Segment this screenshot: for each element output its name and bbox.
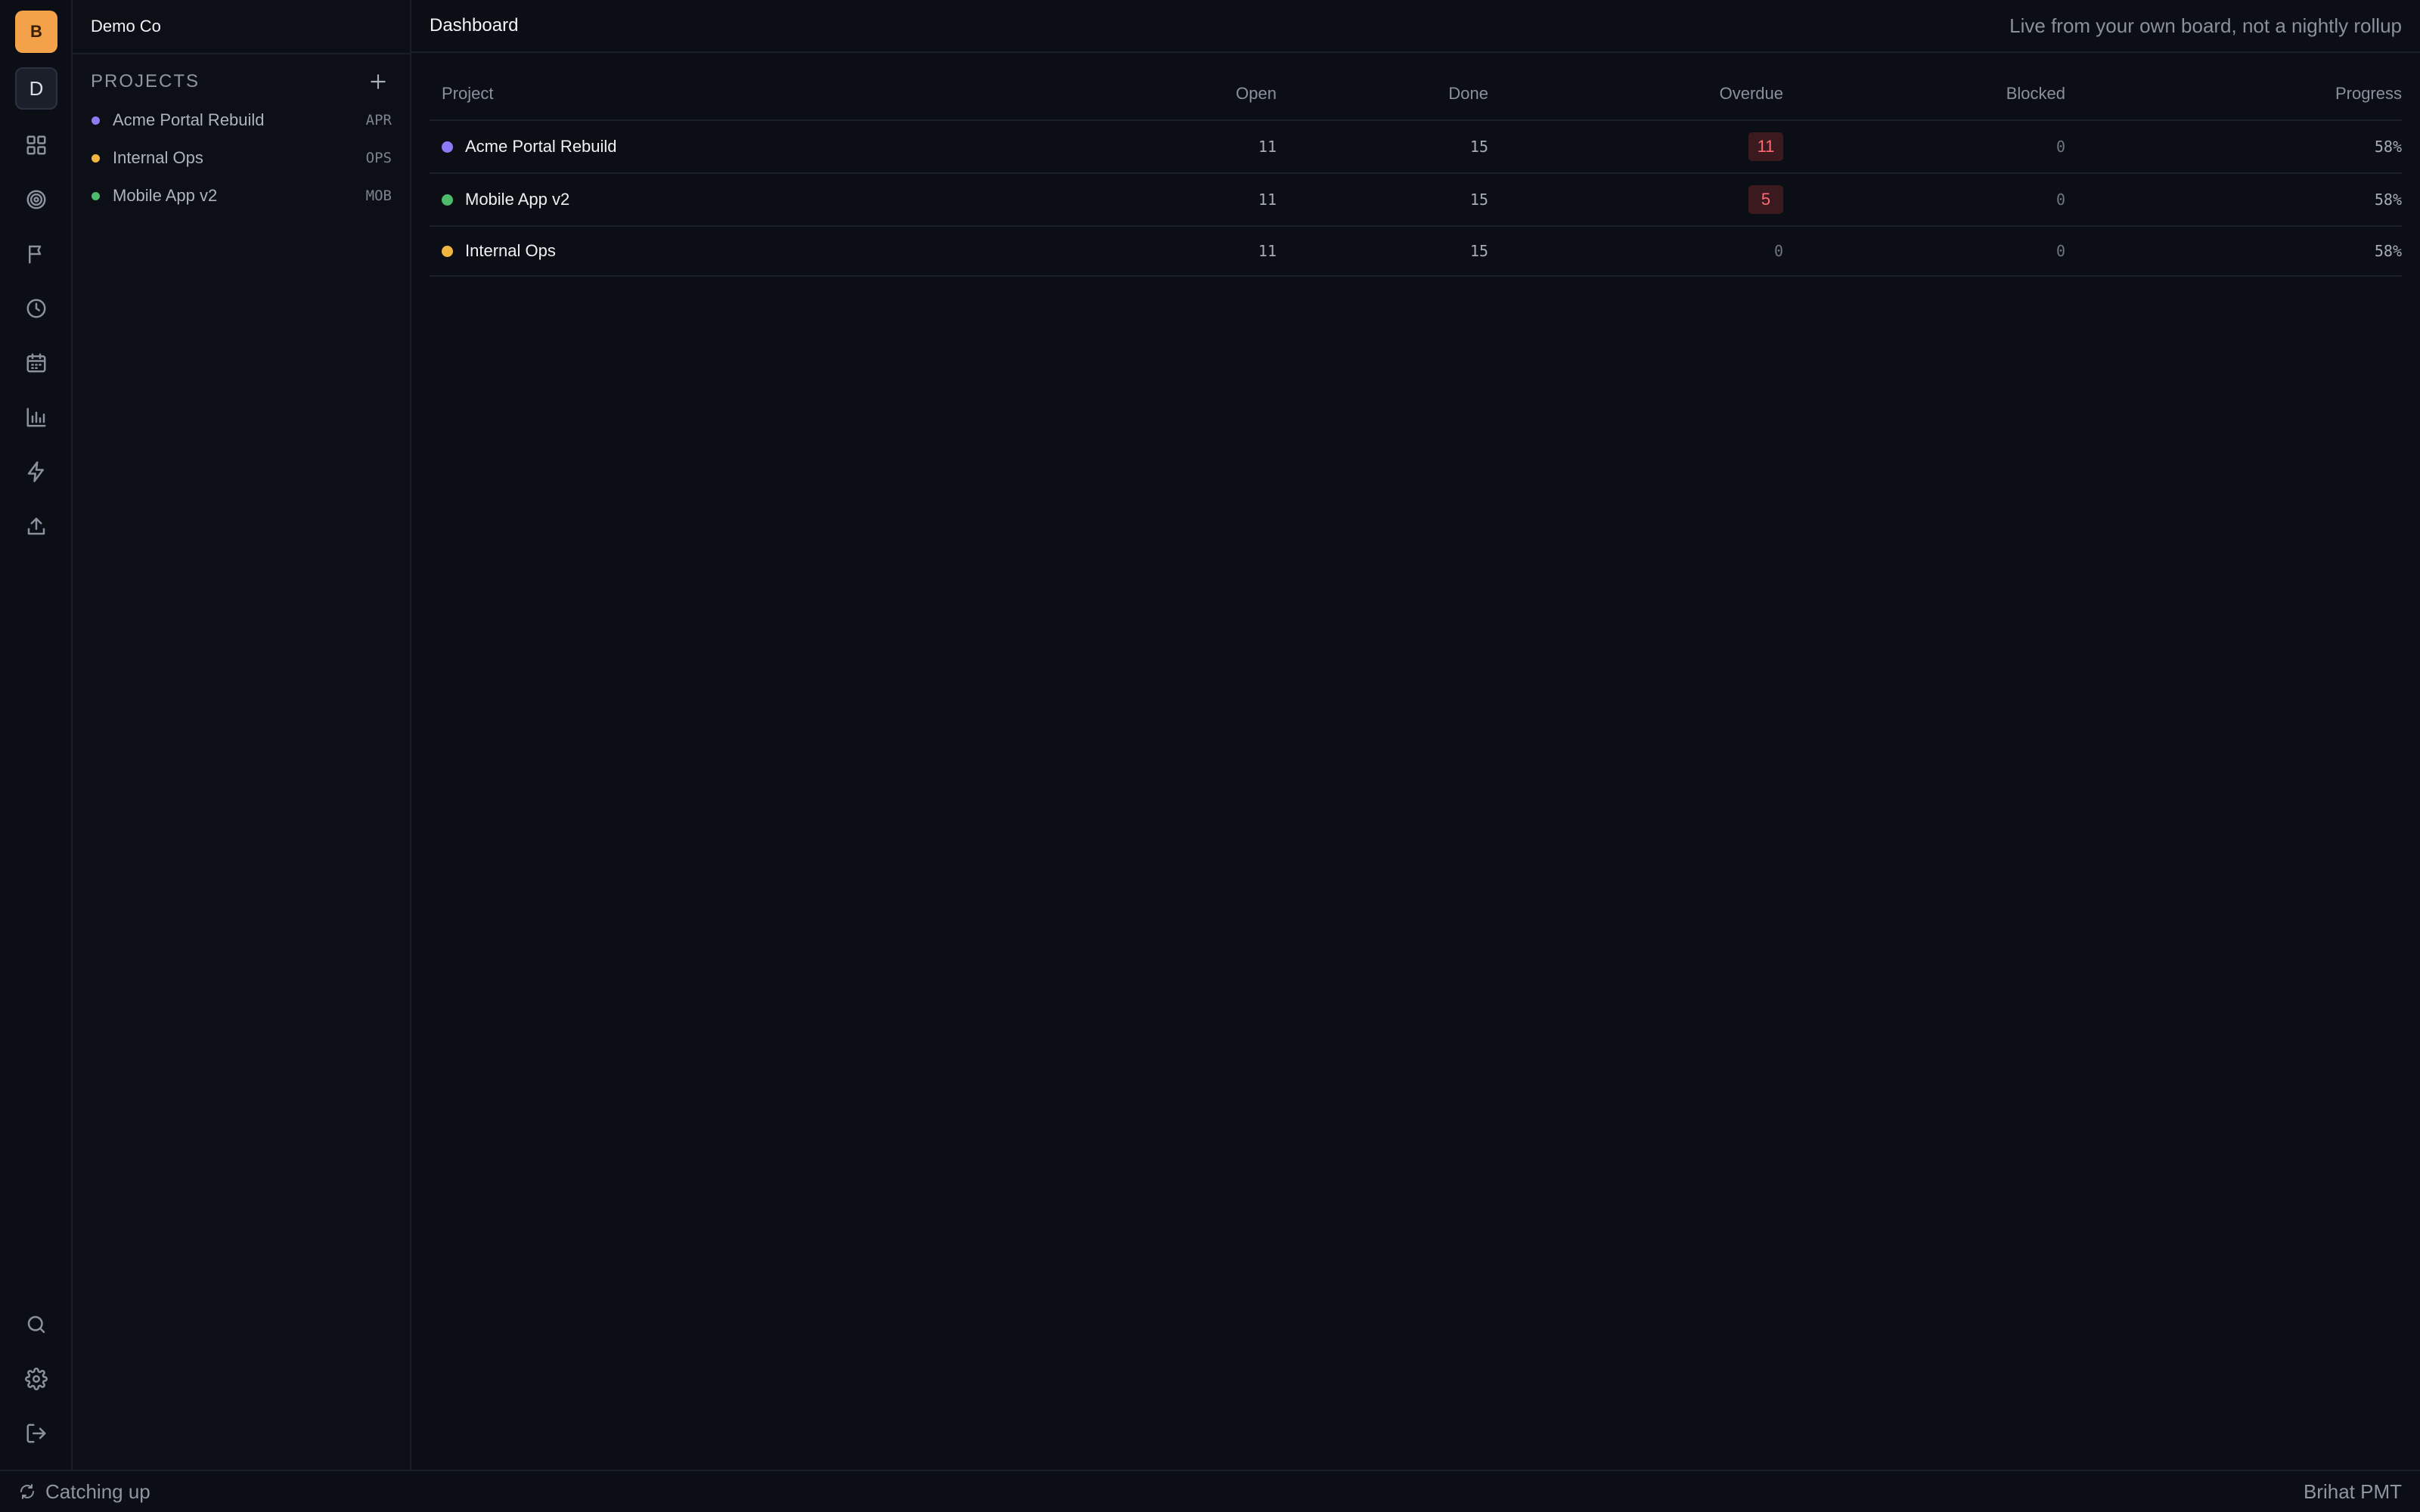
bolt-icon [27,461,44,482]
divider [73,53,410,54]
cell-done: 15 [1469,242,1488,260]
gear-icon [25,1368,48,1390]
app-name: Brihat PMT [2303,1479,2402,1503]
rail-logout-button[interactable] [18,1415,54,1452]
project-color-dot [442,141,453,153]
rail-calendar-button[interactable] [18,345,54,381]
cell-blocked: 0 [2055,191,2065,209]
cell-done: 15 [1469,191,1488,209]
rail-dashboard-button[interactable] [18,127,54,163]
project-key: APR [365,112,392,129]
project-color-dot [92,153,100,163]
app-logo[interactable]: B [15,11,57,53]
cell-project: Internal Ops [430,241,1110,261]
cell-progress: 58% [2374,242,2402,260]
grid-icon [26,135,46,155]
project-name: Acme Portal Rebuild [113,110,265,129]
bar-chart-icon [26,407,46,427]
column-header-open[interactable]: Open [1110,84,1277,104]
cell-done: 15 [1469,138,1488,156]
column-header-blocked[interactable]: Blocked [1783,84,2065,104]
project-name: Internal Ops [113,148,203,167]
table-row[interactable]: Mobile App v2 11 15 5 0 58% [430,174,2402,227]
table-row[interactable]: Acme Portal Rebuild 11 15 11 0 58% [430,121,2402,174]
sidebar-item-acme-portal-rebuild[interactable]: Acme Portal Rebuild APR [91,101,392,139]
plus-icon [371,74,386,89]
cell-project: Mobile App v2 [430,190,1110,209]
projects-header: PROJECTS [91,68,392,95]
cell-progress: 58% [2374,138,2402,156]
target-icon [26,190,46,209]
projects-heading: PROJECTS [91,71,200,91]
project-color-dot [92,191,100,200]
workspace-switcher[interactable]: D [15,67,57,110]
main-content: Dashboard Live from your own board, not … [411,0,2420,1470]
rail-automations-button[interactable] [18,454,54,490]
column-header-project[interactable]: Project [430,84,1110,104]
column-header-overdue[interactable]: Overdue [1488,84,1783,104]
project-name: Mobile App v2 [113,186,218,205]
rail-goals-button[interactable] [18,181,54,218]
cell-blocked: 0 [2055,138,2065,156]
search-icon [27,1315,45,1334]
page-tagline: Live from your own board, not a nightly … [2009,14,2402,37]
cell-open: 11 [1258,242,1277,260]
cell-overdue: 5 [1488,185,1783,214]
overdue-badge: 5 [1748,185,1783,214]
sidebar-item-mobile-app-v2[interactable]: Mobile App v2 MOB [91,177,392,215]
flag-icon [29,245,42,264]
sidebar-item-internal-ops[interactable]: Internal Ops OPS [91,139,392,177]
cell-project: Acme Portal Rebuild [430,137,1110,156]
projects-table: Project Open Done Overdue Blocked Progre… [430,68,2402,277]
project-color-dot [442,194,453,206]
cell-open: 11 [1258,138,1277,156]
rail-export-button[interactable] [18,508,54,544]
rail-search-button[interactable] [18,1306,54,1343]
table-row[interactable]: Internal Ops 11 15 0 0 58% [430,227,2402,277]
project-name[interactable]: Acme Portal Rebuild [465,137,617,156]
upload-icon [27,517,45,535]
project-color-dot [442,245,453,257]
rail-milestones-button[interactable] [18,236,54,272]
logout-icon [26,1424,46,1443]
add-project-button[interactable] [365,68,392,95]
cell-open: 11 [1258,191,1277,209]
project-key: OPS [365,150,392,166]
page-title: Dashboard [430,15,519,36]
cell-progress: 58% [2374,191,2402,209]
rail-reports-button[interactable] [18,399,54,435]
project-name[interactable]: Internal Ops [465,241,556,261]
project-key: MOB [365,187,392,204]
overdue-badge: 11 [1748,132,1783,161]
project-color-dot [92,116,100,125]
icon-rail: B D [0,0,73,1470]
table-header: Project Open Done Overdue Blocked Progre… [430,68,2402,121]
refresh-icon [20,1484,34,1499]
org-name[interactable]: Demo Co [91,0,161,53]
top-bar: Dashboard Live from your own board, not … [411,0,2420,53]
calendar-icon [26,353,46,373]
project-list: Acme Portal Rebuild APR Internal Ops OPS… [91,101,392,215]
cell-overdue: 0 [1773,242,1783,260]
cell-blocked: 0 [2055,242,2065,260]
column-header-progress[interactable]: Progress [2065,84,2402,104]
sync-status[interactable]: Catching up [18,1480,150,1504]
cell-overdue: 11 [1488,132,1783,161]
rail-timesheet-button[interactable] [18,290,54,327]
app-shell: B D Demo Co PROJECTS Acme Portal Rebuild… [0,0,2420,1470]
rail-settings-button[interactable] [18,1361,54,1397]
status-bar: Catching up Brihat PMT [0,1470,2420,1512]
project-sidebar: Demo Co PROJECTS Acme Portal Rebuild APR… [73,0,411,1470]
sync-status-text: Catching up [45,1479,150,1503]
project-name[interactable]: Mobile App v2 [465,190,569,209]
clock-icon [26,299,46,318]
column-header-done[interactable]: Done [1277,84,1488,104]
